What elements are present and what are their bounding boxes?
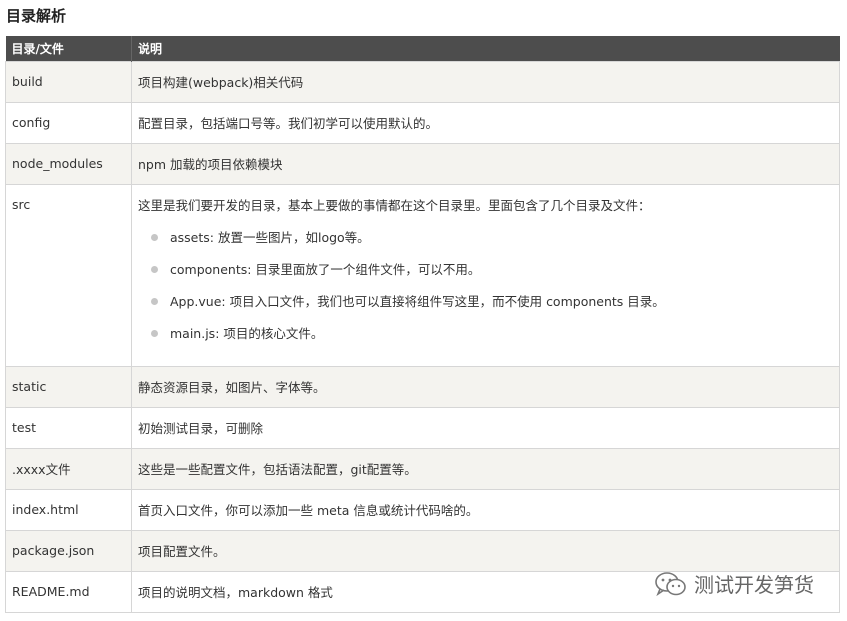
table-row: index.html 首页入口文件，你可以添加一些 meta 信息或统计代码啥的… <box>5 488 840 531</box>
watermark-text: 测试开发笋货 <box>694 573 814 597</box>
row-desc: 静态资源目录，如图片、字体等。 <box>131 365 840 408</box>
list-item: App.vue: 项目入口文件，我们也可以直接将组件写这里，而不使用 compo… <box>138 290 833 322</box>
list-item-text: App.vue: 项目入口文件，我们也可以直接将组件写这里，而不使用 compo… <box>170 293 665 309</box>
row-name: build <box>5 60 132 103</box>
table-row: .xxxx文件 这些是一些配置文件，包括语法配置，git配置等。 <box>5 447 840 490</box>
bullet-dot-icon <box>151 297 158 305</box>
list-item: main.js: 项目的核心文件。 <box>138 322 833 354</box>
table-row: config 配置目录，包括端口号等。我们初学可以使用默认的。 <box>5 101 840 144</box>
table-row: static 静态资源目录，如图片、字体等。 <box>5 365 840 408</box>
row-name: package.json <box>5 529 132 572</box>
list-item: assets: 放置一些图片，如logo等。 <box>138 226 833 258</box>
row-name: config <box>5 101 132 144</box>
list-item-text: components: 目录里面放了一个组件文件，可以不用。 <box>170 261 481 277</box>
row-name: .xxxx文件 <box>5 447 132 490</box>
row-desc: 初始测试目录，可删除 <box>131 406 840 449</box>
row-name: index.html <box>5 488 132 531</box>
list-item-text: main.js: 项目的核心文件。 <box>170 325 324 341</box>
row-name: src <box>5 183 132 367</box>
bullet-dot-icon <box>151 265 158 273</box>
page-title: 目录解析 <box>6 7 67 25</box>
directory-table: 目录/文件 说明 build 项目构建(webpack)相关代码 config … <box>5 36 840 613</box>
bullet-dot-icon <box>151 233 158 241</box>
wechat-icon <box>655 571 686 596</box>
src-description: 这里是我们要开发的目录，基本上要做的事情都在这个目录里。里面包含了几个目录及文件… <box>138 197 651 213</box>
table-row: node_modules npm 加载的项目依赖模块 <box>5 142 840 185</box>
table-row: test 初始测试目录，可删除 <box>5 406 840 449</box>
table-row: build 项目构建(webpack)相关代码 <box>5 60 840 103</box>
row-desc: 项目构建(webpack)相关代码 <box>131 60 840 103</box>
table-row: package.json 项目配置文件。 <box>5 529 840 572</box>
row-desc: npm 加载的项目依赖模块 <box>131 142 840 185</box>
row-name: test <box>5 406 132 449</box>
table-header-row: 目录/文件 说明 <box>5 36 840 61</box>
row-desc-src: 这里是我们要开发的目录，基本上要做的事情都在这个目录里。里面包含了几个目录及文件… <box>131 183 840 367</box>
row-name: README.md <box>5 570 132 613</box>
list-item: components: 目录里面放了一个组件文件，可以不用。 <box>138 258 833 290</box>
row-desc: 配置目录，包括端口号等。我们初学可以使用默认的。 <box>131 101 840 144</box>
header-directory: 目录/文件 <box>5 36 132 61</box>
row-desc: 项目配置文件。 <box>131 529 840 572</box>
row-desc: 这些是一些配置文件，包括语法配置，git配置等。 <box>131 447 840 490</box>
row-desc: 首页入口文件，你可以添加一些 meta 信息或统计代码啥的。 <box>131 488 840 531</box>
row-name: static <box>5 365 132 408</box>
list-item-text: assets: 放置一些图片，如logo等。 <box>170 229 370 245</box>
row-name: node_modules <box>5 142 132 185</box>
watermark: 测试开发笋货 <box>654 569 814 598</box>
bullet-dot-icon <box>151 329 158 337</box>
table-row-src: src 这里是我们要开发的目录，基本上要做的事情都在这个目录里。里面包含了几个目… <box>5 183 840 367</box>
src-bullet-list: assets: 放置一些图片，如logo等。 components: 目录里面放… <box>138 226 833 354</box>
header-description: 说明 <box>131 36 840 61</box>
